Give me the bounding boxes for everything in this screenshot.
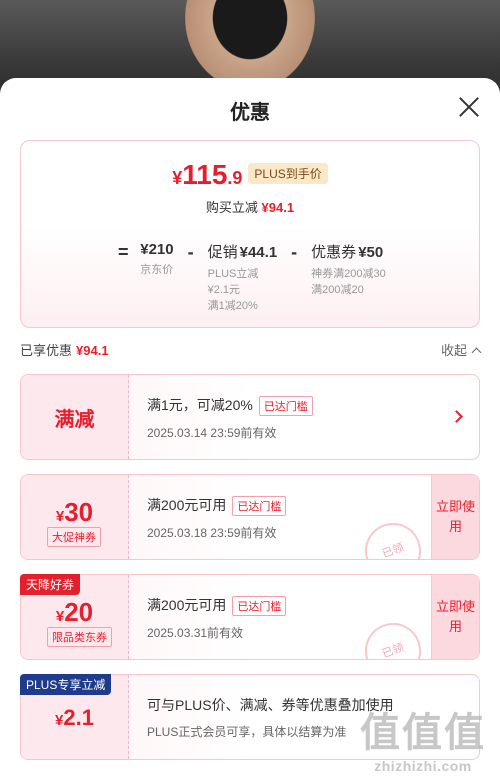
- coupon-value: ¥30: [21, 497, 128, 528]
- collapse-label: 收起: [440, 343, 467, 358]
- enjoyed-amount: ¥94.1: [76, 343, 109, 358]
- coupon-detail-2: 满200减20: [311, 284, 364, 296]
- use-now-button[interactable]: 立即使用: [431, 475, 479, 559]
- minus-sign: -: [291, 242, 298, 262]
- watermark-text: zhizhizhi.com: [374, 758, 472, 774]
- page-title: 优惠: [230, 102, 270, 124]
- price-integer: 115: [182, 159, 228, 190]
- card-left-panel: ¥30 大促神券: [21, 475, 129, 559]
- chevron-up-icon: [471, 347, 482, 358]
- enjoyed-discount-row: 已享优惠 ¥94.1 收起: [20, 340, 482, 364]
- coupon-currency: ¥: [55, 608, 65, 625]
- coupon-label: 优惠券: [311, 244, 357, 261]
- threshold-badge: 已达门槛: [232, 496, 287, 516]
- promo-amount: ¥44.1: [239, 244, 278, 261]
- minus-sign: -: [187, 242, 194, 262]
- coupon-corner-tag: 天降好券: [20, 574, 81, 595]
- final-price: ¥115.9: [172, 159, 242, 191]
- plus-corner-tag: PLUS专享立减: [20, 674, 112, 695]
- coupon-value: ¥20: [21, 597, 128, 628]
- site-watermark: 值值值 zhizhizhi.com: [360, 700, 486, 774]
- price-decimal: .9: [227, 168, 243, 188]
- card-condition: 满200元可用: [147, 497, 227, 513]
- buy-discount-label: 购买立减: [205, 200, 258, 215]
- coupon-detail-1: 神券满200减30: [311, 268, 386, 280]
- enjoyed-label: 已享优惠: [20, 343, 73, 358]
- price-formula: = ¥210 京东价 - 促销 ¥44.1 PLUS立减 ¥2.1元 满1减20%…: [21, 241, 479, 314]
- currency-symbol: ¥: [172, 168, 183, 188]
- coupon-amount: ¥50: [358, 244, 384, 261]
- price-summary: ¥115.9 PLUS到手价 购买立减 ¥94.1 = ¥210 京东价 - 促…: [20, 140, 480, 328]
- coupon-amount: 30: [64, 497, 94, 527]
- card-validity: 2025.03.14 23:59前有效: [147, 426, 277, 440]
- coupon-type-tag: 大促神券: [47, 527, 101, 547]
- promo-term: 促销 ¥44.1 PLUS立减 ¥2.1元 满1减20%: [208, 241, 278, 314]
- promo-plus-amount: ¥2.1元: [207, 284, 241, 296]
- equals-sign: =: [117, 242, 129, 262]
- plus-price-tag: PLUS到手价: [248, 163, 328, 184]
- chevron-right-icon[interactable]: [450, 410, 463, 423]
- coupon-card-20: ¥20 限品类东券 满200元可用 已达门槛 2025.03.31前有效 已领 立…: [20, 574, 480, 660]
- close-icon[interactable]: [458, 96, 480, 118]
- promo-full-reduction: 满1减20%: [207, 300, 258, 312]
- coupon-card-30: ¥30 大促神券 满200元可用 已达门槛 2025.03.18 23:59前有效…: [20, 474, 480, 560]
- buy-discount-line: 购买立减 ¥94.1: [21, 197, 479, 216]
- base-price-label: 京东价: [140, 264, 174, 276]
- full-reduction-card[interactable]: 满减 满1元，可减20% 已达门槛 2025.03.14 23:59前有效: [20, 374, 480, 460]
- discount-sheet: 优惠 ¥115.9 PLUS到手价 购买立减 ¥94.1 = ¥210 京东价 …: [0, 78, 500, 780]
- buy-discount-amount: ¥94.1: [261, 200, 295, 215]
- coupon-amount: 20: [64, 597, 94, 627]
- use-now-button[interactable]: 立即使用: [431, 575, 479, 659]
- threshold-badge: 已达门槛: [232, 596, 287, 616]
- watermark-glyphs: 值值值: [360, 711, 486, 755]
- coupon-term: 优惠券 ¥50 神券满200减30 满200减20: [311, 241, 386, 298]
- card-left-panel: 满减: [21, 375, 129, 459]
- sheet-header: 优惠: [0, 78, 500, 140]
- card-condition: 满200元可用: [147, 597, 227, 613]
- promo-plus-label: PLUS立减: [207, 268, 259, 280]
- plus-value: ¥2.1: [21, 705, 128, 731]
- promo-label: 促销: [207, 244, 238, 261]
- threshold-badge: 已达门槛: [258, 396, 313, 416]
- coupon-currency: ¥: [55, 508, 65, 525]
- plus-amount: 2.1: [63, 705, 94, 730]
- base-price-term: ¥210 京东价: [140, 241, 173, 278]
- base-price-amount: ¥210: [140, 241, 174, 258]
- full-reduction-label: 满减: [54, 409, 95, 431]
- coupon-type-tag: 限品类东券: [47, 627, 112, 647]
- collapse-toggle[interactable]: 收起: [440, 340, 482, 359]
- card-condition: 满1元，可减20%: [147, 397, 253, 413]
